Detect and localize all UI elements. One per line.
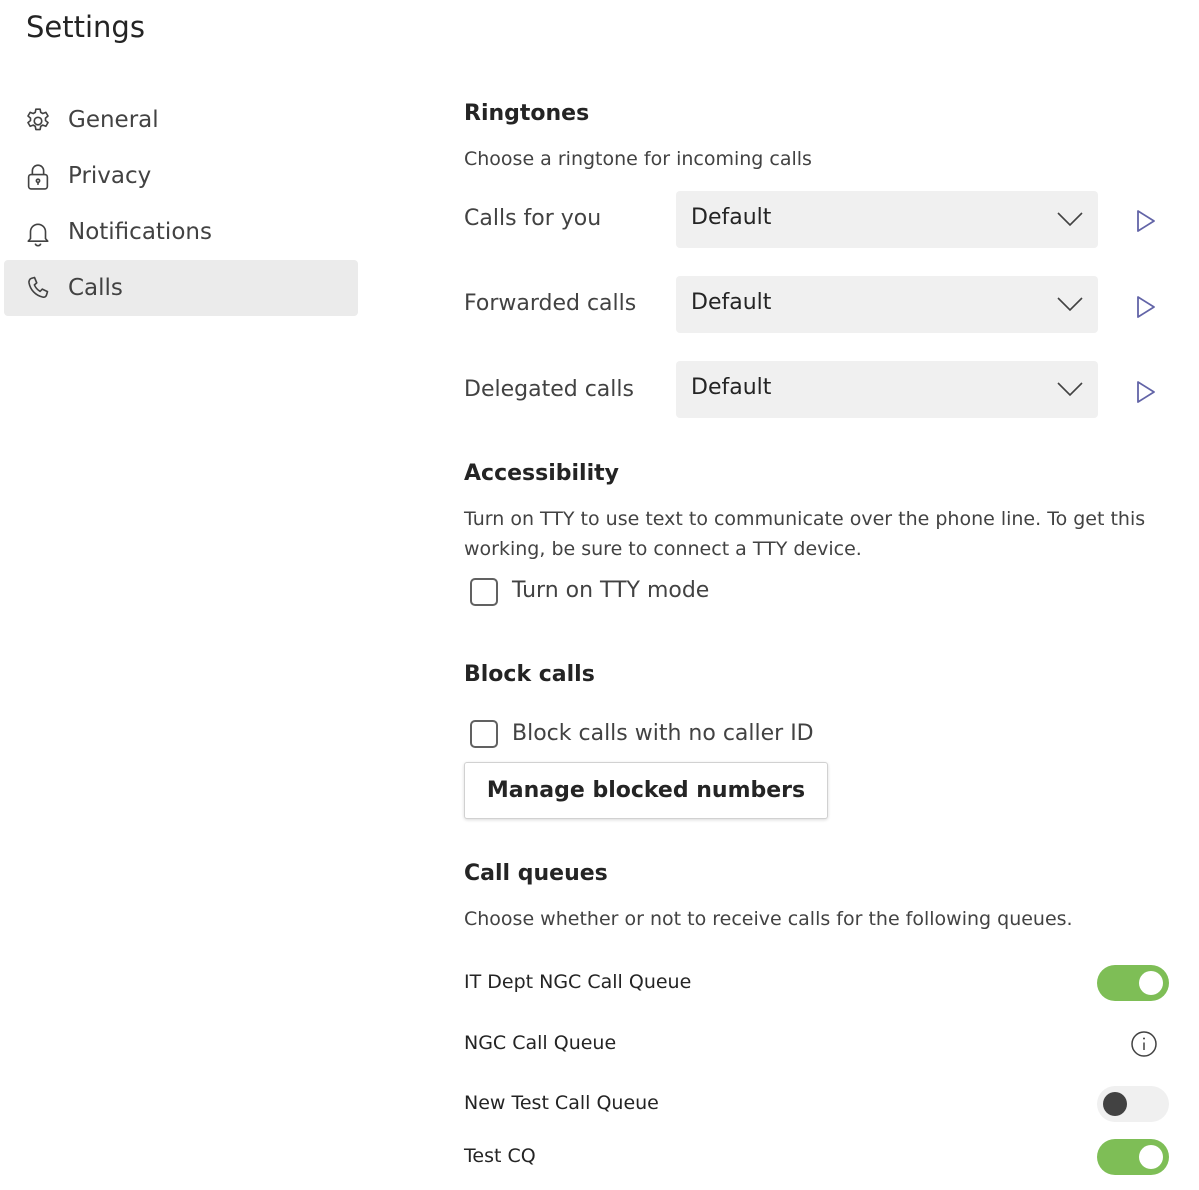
nav-label-calls: Calls	[68, 275, 123, 301]
block-no-caller-id-label: Block calls with no caller ID	[512, 721, 814, 746]
play-icon[interactable]	[1134, 294, 1158, 320]
chevron-down-icon	[1057, 212, 1083, 227]
nav-label-general: General	[68, 107, 159, 133]
queue-toggle-test-cq[interactable]	[1097, 1139, 1169, 1175]
play-icon[interactable]	[1134, 208, 1158, 234]
nav-item-notifications[interactable]: Notifications	[4, 204, 358, 260]
info-icon[interactable]	[1130, 1030, 1158, 1058]
toggle-knob	[1103, 1092, 1127, 1116]
page-title: Settings	[26, 10, 145, 44]
play-icon[interactable]	[1134, 379, 1158, 405]
nav-item-calls[interactable]: Calls	[4, 260, 358, 316]
gear-icon	[27, 108, 49, 131]
select-value: Default	[691, 205, 772, 230]
toggle-knob	[1139, 1145, 1163, 1169]
tty-mode-label: Turn on TTY mode	[512, 578, 710, 603]
queue-toggle-it-dept-ngc[interactable]	[1097, 965, 1169, 1001]
queue-label: New Test Call Queue	[464, 1092, 659, 1114]
call-queues-description: Choose whether or not to receive calls f…	[464, 908, 1073, 930]
queue-label: NGC Call Queue	[464, 1032, 617, 1054]
phone-icon	[28, 276, 49, 299]
chevron-down-icon	[1057, 297, 1083, 312]
ringtones-description: Choose a ringtone for incoming calls	[464, 148, 812, 170]
forwarded-calls-label: Forwarded calls	[464, 291, 637, 316]
ringtones-heading: Ringtones	[464, 101, 590, 126]
lock-icon	[27, 164, 49, 190]
block-calls-heading: Block calls	[464, 662, 595, 687]
nav-label-notifications: Notifications	[68, 219, 212, 245]
select-value: Default	[691, 290, 772, 315]
accessibility-heading: Accessibility	[464, 461, 619, 486]
calls-for-you-select[interactable]: Default	[676, 191, 1098, 248]
accessibility-description: Turn on TTY to use text to communicate o…	[464, 504, 1164, 564]
queue-label: Test CQ	[464, 1145, 536, 1167]
nav-item-general[interactable]: General	[4, 92, 358, 148]
block-no-caller-id-checkbox[interactable]	[470, 720, 498, 748]
nav-item-privacy[interactable]: Privacy	[4, 148, 358, 204]
queue-toggle-new-test[interactable]	[1097, 1086, 1169, 1122]
accessibility-description-line-2: working, be sure to connect a TTY device…	[464, 538, 862, 560]
delegated-calls-label: Delegated calls	[464, 377, 634, 402]
call-queues-heading: Call queues	[464, 861, 608, 886]
chevron-down-icon	[1057, 382, 1083, 397]
nav-label-privacy: Privacy	[68, 163, 152, 189]
queue-label: IT Dept NGC Call Queue	[464, 971, 692, 993]
select-value: Default	[691, 375, 772, 400]
settings-nav: General Privacy Notifications Calls	[4, 92, 358, 316]
bell-icon	[27, 223, 49, 247]
accessibility-description-line-1: Turn on TTY to use text to communicate o…	[464, 508, 1146, 530]
forwarded-calls-select[interactable]: Default	[676, 276, 1098, 333]
tty-mode-checkbox[interactable]	[470, 578, 498, 606]
toggle-knob	[1139, 971, 1163, 995]
calls-for-you-label: Calls for you	[464, 206, 602, 231]
delegated-calls-select[interactable]: Default	[676, 361, 1098, 418]
manage-blocked-numbers-button[interactable]: Manage blocked numbers	[464, 762, 828, 819]
